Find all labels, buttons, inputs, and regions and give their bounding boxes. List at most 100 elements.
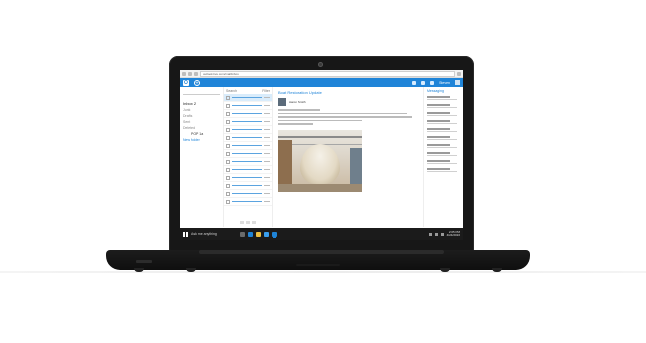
mail-icon[interactable] xyxy=(272,231,277,237)
list-item[interactable] xyxy=(224,126,272,134)
list-item[interactable] xyxy=(224,118,272,126)
menu-icon[interactable] xyxy=(457,71,461,76)
forward-icon[interactable] xyxy=(188,71,192,76)
conversation-item[interactable] xyxy=(427,160,460,164)
list-item[interactable] xyxy=(224,150,272,158)
checkbox-icon[interactable] xyxy=(226,135,230,140)
user-name[interactable]: Steven xyxy=(439,81,450,85)
checkbox-icon[interactable] xyxy=(226,191,230,196)
list-item[interactable] xyxy=(224,166,272,174)
avatar[interactable] xyxy=(455,80,460,85)
message-time-line xyxy=(264,144,270,147)
list-item[interactable] xyxy=(224,94,272,102)
conversation-item[interactable] xyxy=(427,168,460,172)
conversation-item[interactable] xyxy=(427,104,460,108)
list-item[interactable] xyxy=(224,158,272,166)
message-time-line xyxy=(264,136,270,139)
system-tray: 2:05 PM 4/24/2016 xyxy=(428,230,460,238)
message-preview-line xyxy=(232,160,262,163)
message-preview-line xyxy=(232,104,262,107)
message-time-line xyxy=(264,184,270,187)
message-preview-line xyxy=(232,200,262,203)
taskbar-clock[interactable]: 2:05 PM 4/24/2016 xyxy=(447,230,460,238)
message-list: Search Filter xyxy=(224,87,273,227)
conversation-item[interactable] xyxy=(427,136,460,140)
message-preview-line xyxy=(232,112,262,115)
volume-icon[interactable] xyxy=(434,232,438,236)
body-text-line xyxy=(278,116,413,118)
page-current-icon[interactable] xyxy=(246,221,250,224)
battery-icon[interactable] xyxy=(440,232,444,236)
store-icon[interactable] xyxy=(264,231,269,237)
gear-icon[interactable] xyxy=(421,80,426,85)
body-text-line xyxy=(278,123,313,125)
list-item[interactable] xyxy=(224,174,272,182)
list-item[interactable] xyxy=(224,102,272,110)
boat-photo[interactable] xyxy=(278,129,362,192)
message-time-line xyxy=(264,128,270,131)
laptop-screen: outlook.live.com/mail/inbox O + Steven I… xyxy=(180,70,463,240)
sender-avatar[interactable] xyxy=(278,98,286,106)
list-item[interactable] xyxy=(224,190,272,198)
page-prev-icon[interactable] xyxy=(240,221,244,224)
task-view-icon[interactable] xyxy=(240,231,245,237)
list-filter-label[interactable]: Filter xyxy=(262,89,270,93)
body-text-line xyxy=(278,112,407,114)
conversation-item[interactable] xyxy=(427,112,460,116)
list-item[interactable] xyxy=(224,110,272,118)
sender-name[interactable]: Aaron Smith xyxy=(289,100,306,104)
body-text-line xyxy=(278,119,362,121)
refresh-icon[interactable] xyxy=(194,71,198,76)
checkbox-icon[interactable] xyxy=(226,183,230,188)
windows-start-icon[interactable] xyxy=(183,231,188,237)
checkbox-icon[interactable] xyxy=(226,95,230,100)
taskbar-search[interactable]: Ask me anything xyxy=(191,232,237,236)
sender-row: Aaron Smith xyxy=(278,98,418,106)
checkbox-icon[interactable] xyxy=(226,175,230,180)
conversation-item[interactable] xyxy=(427,96,460,100)
page-next-icon[interactable] xyxy=(252,221,256,224)
message-preview-line xyxy=(232,176,262,179)
new-message-button[interactable]: + xyxy=(194,79,200,87)
help-icon[interactable] xyxy=(430,80,435,85)
checkbox-icon[interactable] xyxy=(226,127,230,132)
pagination xyxy=(226,221,270,225)
conversation-item[interactable] xyxy=(427,128,460,132)
laptop-lid: outlook.live.com/mail/inbox O + Steven I… xyxy=(169,56,474,252)
outlook-logo-icon: O xyxy=(183,79,189,86)
list-item[interactable] xyxy=(224,182,272,190)
mail-app-header: O + Steven xyxy=(180,78,463,87)
surface-reflection xyxy=(0,271,646,273)
message-preview-line xyxy=(232,168,262,171)
front-edge xyxy=(296,264,340,266)
checkbox-icon[interactable] xyxy=(226,111,230,116)
checkbox-icon[interactable] xyxy=(226,103,230,108)
chat-icon[interactable] xyxy=(412,80,417,85)
checkbox-icon[interactable] xyxy=(226,199,230,204)
new-folder-link[interactable]: New folder xyxy=(183,137,220,143)
list-item[interactable] xyxy=(224,142,272,150)
checkbox-icon[interactable] xyxy=(226,151,230,156)
network-icon[interactable] xyxy=(428,232,432,236)
list-search-label[interactable]: Search xyxy=(226,89,237,93)
checkbox-icon[interactable] xyxy=(226,167,230,172)
photo-truss xyxy=(278,135,362,138)
conversation-item[interactable] xyxy=(427,120,460,124)
message-preview-line xyxy=(232,96,262,99)
checkbox-icon[interactable] xyxy=(226,119,230,124)
reading-pane: Boat Restoration Update Aaron Smith xyxy=(273,87,423,227)
folder-icon[interactable] xyxy=(256,231,261,237)
conversation-item[interactable] xyxy=(427,144,460,148)
conversation-item[interactable] xyxy=(427,152,460,156)
list-item[interactable] xyxy=(224,198,272,206)
edge-icon[interactable] xyxy=(248,231,253,237)
list-item[interactable] xyxy=(224,134,272,142)
checkbox-icon[interactable] xyxy=(226,159,230,164)
message-preview-line xyxy=(232,144,262,147)
body-text-line xyxy=(278,109,320,111)
message-time-line xyxy=(264,200,270,203)
address-bar[interactable]: outlook.live.com/mail/inbox xyxy=(200,70,455,77)
back-icon[interactable] xyxy=(182,71,186,76)
search-input[interactable] xyxy=(183,90,220,95)
checkbox-icon[interactable] xyxy=(226,143,230,148)
